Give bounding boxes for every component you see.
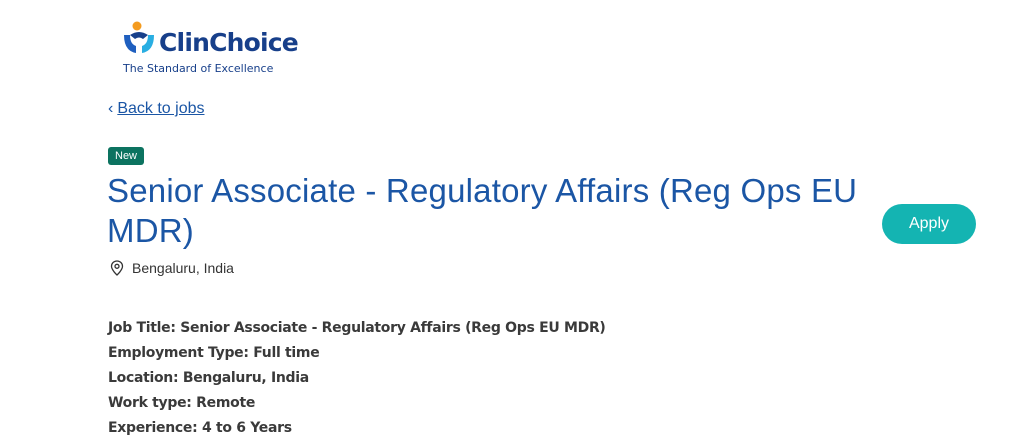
company-logo[interactable]: ClinChoice The Standard of Excellence (121, 20, 321, 80)
new-badge: New (108, 147, 145, 165)
apply-button[interactable]: Apply (882, 204, 976, 244)
back-to-jobs-link[interactable]: ‹ Back to jobs (108, 99, 204, 119)
back-to-jobs-label: Back to jobs (117, 100, 205, 117)
job-location-text: Bengaluru, India (132, 260, 234, 276)
map-pin-icon (110, 260, 124, 276)
logo-wordmark: ClinChoice (159, 28, 299, 57)
chevron-left-icon: ‹ (108, 100, 114, 117)
detail-work-type: Work type: Remote (108, 395, 256, 411)
detail-location: Location: Bengaluru, India (108, 370, 309, 386)
job-location: Bengaluru, India (110, 259, 234, 277)
logo-tagline: The Standard of Excellence (123, 62, 274, 75)
job-details: Job Title: Senior Associate - Regulatory… (108, 316, 606, 441)
detail-experience: Experience: 4 to 6 Years (108, 420, 292, 436)
clinchoice-logo-icon (124, 21, 154, 53)
detail-job-title: Job Title: Senior Associate - Regulatory… (108, 320, 606, 336)
job-title: Senior Associate - Regulatory Affairs (R… (107, 172, 858, 249)
detail-employment-type: Employment Type: Full time (108, 345, 320, 361)
